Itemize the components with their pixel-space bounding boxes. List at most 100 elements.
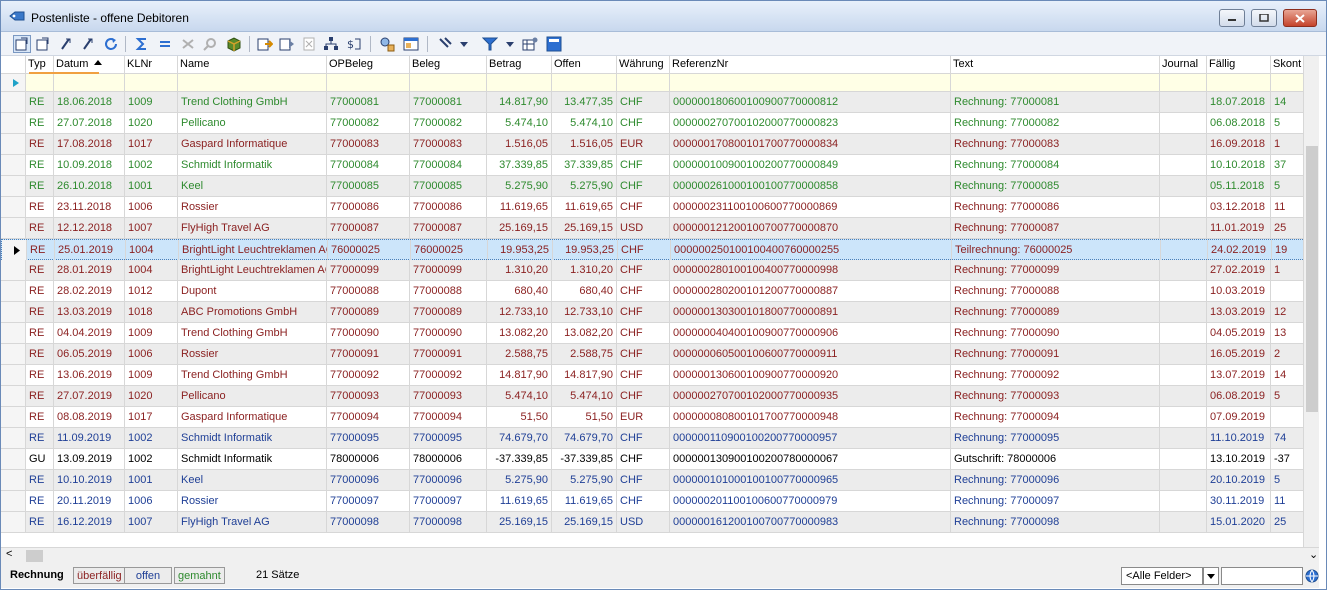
row-selector[interactable]	[1, 407, 26, 428]
row-selector[interactable]	[1, 92, 26, 113]
row-selector[interactable]	[1, 428, 26, 449]
table-row[interactable]: RE 13.03.2019 1018 ABC Promotions GmbH 77000…	[1, 302, 1319, 323]
panel-icon[interactable]	[545, 35, 563, 53]
row-selector[interactable]	[1, 281, 26, 302]
last-record-icon[interactable]	[79, 35, 97, 53]
maximize-button[interactable]	[1251, 9, 1277, 27]
scroll-down-icon[interactable]: ⌄	[1309, 548, 1318, 561]
table-row[interactable]: RE 28.01.2019 1004 BrightLight Leuchtreklam…	[1, 260, 1319, 281]
disabled-search-icon[interactable]	[201, 35, 219, 53]
table-row[interactable]: RE 18.06.2018 1009 Trend Clothing GmbH 77000…	[1, 92, 1319, 113]
row-selector[interactable]	[1, 470, 26, 491]
send-icon[interactable]	[278, 35, 296, 53]
hierarchy-icon[interactable]	[322, 35, 340, 53]
column-header-faellig[interactable]: Fällig	[1207, 56, 1271, 74]
column-header-waehrung[interactable]: Währung	[617, 56, 670, 74]
column-header-betrag[interactable]: Betrag	[487, 56, 552, 74]
close-button[interactable]	[1283, 9, 1317, 27]
refresh-icon[interactable]	[102, 35, 120, 53]
search-input[interactable]	[1221, 567, 1303, 585]
column-header-text[interactable]: Text	[951, 56, 1160, 74]
document-view-icon[interactable]	[13, 35, 31, 53]
table-row[interactable]: RE 26.10.2018 1001 Keel 77000085 77000085 5.27…	[1, 176, 1319, 197]
pin-icon[interactable]	[436, 35, 454, 53]
export-icon[interactable]	[256, 35, 274, 53]
table-row[interactable]: RE 10.10.2019 1001 Keel 77000096 77000096 5.27…	[1, 470, 1319, 491]
row-selector[interactable]	[1, 302, 26, 323]
table-row[interactable]: GU 13.09.2019 1002 Schmidt Informatik 780000…	[1, 449, 1319, 470]
table-row[interactable]: RE 10.09.2018 1002 Schmidt Informatik 770000…	[1, 155, 1319, 176]
filter-cell-journal[interactable]	[1160, 74, 1207, 92]
row-selector[interactable]	[1, 113, 26, 134]
search-globe-icon[interactable]	[1305, 569, 1319, 586]
filter-cell-klnr[interactable]	[125, 74, 178, 92]
table-row[interactable]: RE 20.11.2019 1006 Rossier 77000097 77000097 1…	[1, 491, 1319, 512]
document-alt-icon[interactable]	[34, 35, 52, 53]
disabled-split-icon[interactable]	[179, 35, 197, 53]
table-row[interactable]: RE 27.07.2019 1020 Pellicano 77000093 7700009…	[1, 386, 1319, 407]
column-header-journal[interactable]: Journal	[1160, 56, 1207, 74]
window-layout-icon[interactable]	[402, 35, 420, 53]
table-row[interactable]: RE 11.09.2019 1002 Schmidt Informatik 770000…	[1, 428, 1319, 449]
filter-cell-beleg[interactable]	[410, 74, 487, 92]
package-icon[interactable]	[225, 35, 243, 53]
filter-cell-waehrung[interactable]	[617, 74, 670, 92]
filter-cell-betrag[interactable]	[487, 74, 552, 92]
table-settings-icon[interactable]	[521, 35, 539, 53]
filter-cell-typ[interactable]	[26, 74, 54, 92]
row-selector[interactable]	[1, 512, 26, 533]
disabled-document-icon[interactable]	[300, 35, 318, 53]
chevron-down-icon[interactable]	[505, 35, 515, 53]
table-row[interactable]: RE 06.05.2019 1006 Rossier 77000091 77000091 2…	[1, 344, 1319, 365]
row-selector[interactable]	[1, 176, 26, 197]
table-row[interactable]: RE 23.11.2018 1006 Rossier 77000086 77000086 1…	[1, 197, 1319, 218]
row-selector[interactable]	[1, 218, 26, 239]
table-row[interactable]: RE 28.02.2019 1012 Dupont 77000088 77000088 68…	[1, 281, 1319, 302]
sum-icon[interactable]	[133, 35, 151, 53]
field-select-dropdown[interactable]	[1203, 567, 1219, 585]
field-select[interactable]: <Alle Felder>	[1121, 567, 1203, 585]
horizontal-scroll-thumb[interactable]	[26, 550, 43, 562]
row-selector[interactable]	[1, 386, 26, 407]
minimize-button[interactable]	[1219, 9, 1245, 27]
filter-row[interactable]	[1, 74, 1319, 92]
column-header-opbeleg[interactable]: OPBeleg	[327, 56, 410, 74]
filter-cell-referenz[interactable]	[670, 74, 951, 92]
table-row[interactable]: RE 25.01.2019 1004 BrightLight Leuchtreklam…	[1, 239, 1319, 261]
row-selector[interactable]	[2, 240, 27, 261]
table-row[interactable]: RE 17.08.2018 1017 Gaspard Informatique 7700…	[1, 134, 1319, 155]
filter-cell-offen[interactable]	[552, 74, 617, 92]
filter-cell-opbeleg[interactable]	[327, 74, 410, 92]
row-selector[interactable]	[1, 449, 26, 470]
filter-cell-datum[interactable]	[54, 74, 125, 92]
row-selector[interactable]	[1, 323, 26, 344]
column-header-beleg[interactable]: Beleg	[410, 56, 487, 74]
filter-icon[interactable]	[481, 35, 499, 53]
contact-search-icon[interactable]	[378, 35, 396, 53]
vertical-scrollbar[interactable]	[1303, 56, 1319, 547]
row-selector[interactable]	[1, 197, 26, 218]
vertical-scroll-thumb[interactable]	[1306, 146, 1318, 412]
table-row[interactable]: RE 08.08.2019 1017 Gaspard Informatique 7700…	[1, 407, 1319, 428]
row-selector[interactable]	[1, 491, 26, 512]
table-row[interactable]: RE 13.06.2019 1009 Trend Clothing GmbH 77000…	[1, 365, 1319, 386]
column-header-name[interactable]: Name	[178, 56, 327, 74]
currency-icon[interactable]: $	[345, 35, 363, 53]
column-header-referenz[interactable]: ReferenzNr	[670, 56, 951, 74]
column-header-klnr[interactable]: KLNr	[125, 56, 178, 74]
filter-cell-faellig[interactable]	[1207, 74, 1271, 92]
row-selector[interactable]	[1, 155, 26, 176]
column-header-offen[interactable]: Offen	[552, 56, 617, 74]
scroll-left-icon[interactable]: <	[6, 548, 12, 560]
table-row[interactable]: RE 27.07.2018 1020 Pellicano 77000082 7700008…	[1, 113, 1319, 134]
row-selector[interactable]	[1, 344, 26, 365]
chevron-down-icon[interactable]	[459, 35, 469, 53]
row-selector[interactable]	[1, 260, 26, 281]
equals-icon[interactable]	[156, 35, 174, 53]
first-record-icon[interactable]	[57, 35, 75, 53]
filter-cell-text[interactable]	[951, 74, 1160, 92]
table-row[interactable]: RE 04.04.2019 1009 Trend Clothing GmbH 77000…	[1, 323, 1319, 344]
row-selector[interactable]	[1, 365, 26, 386]
horizontal-scrollbar[interactable]: < ⌄	[1, 547, 1319, 563]
table-row[interactable]: RE 16.12.2019 1007 FlyHigh Travel AG 7700009…	[1, 512, 1319, 533]
